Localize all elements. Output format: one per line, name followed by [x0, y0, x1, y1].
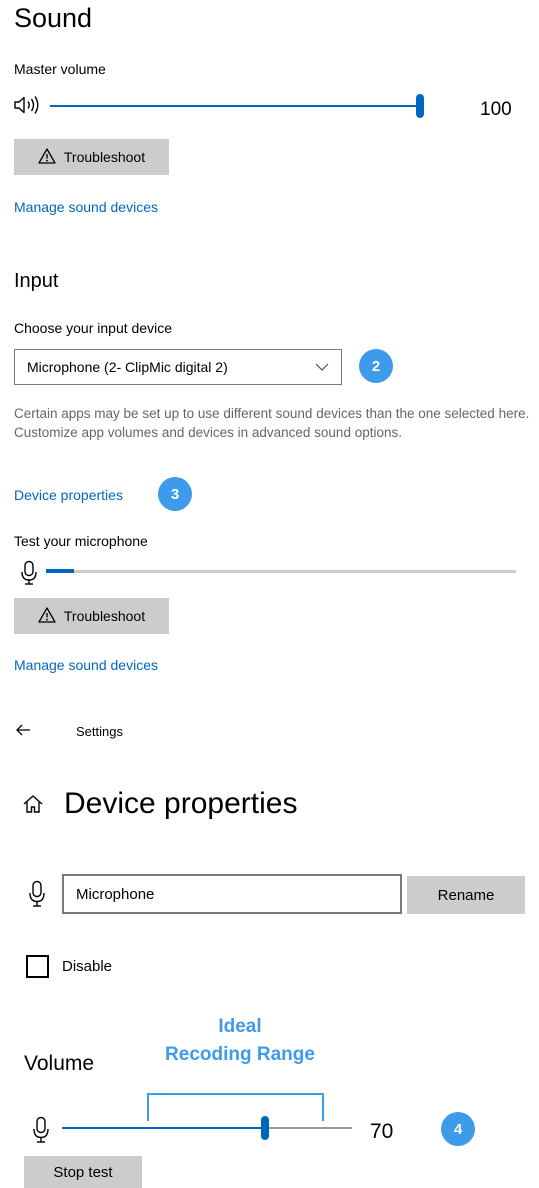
- microphone-level-meter: [46, 566, 516, 576]
- speaker-icon[interactable]: [12, 94, 46, 116]
- microphone-icon: [28, 880, 46, 908]
- sound-manage-devices-link[interactable]: Manage sound devices: [14, 198, 158, 216]
- input-troubleshoot-button[interactable]: Troubleshoot: [14, 598, 169, 634]
- annotation-badge-4: 4: [441, 1112, 475, 1146]
- mic-level-track: [46, 570, 516, 573]
- volume-label: Volume: [24, 1052, 95, 1075]
- master-volume-slider[interactable]: [50, 92, 430, 120]
- disable-label: Disable: [62, 958, 113, 975]
- troubleshoot-label: Troubleshoot: [63, 149, 146, 165]
- input-manage-devices-link[interactable]: Manage sound devices: [14, 656, 158, 674]
- volume-fill: [62, 1127, 265, 1129]
- annotation-recording-range-text: Recoding Range: [165, 1044, 315, 1065]
- annotation-badge-2: 2: [359, 349, 393, 383]
- volume-thumb[interactable]: [261, 1116, 269, 1140]
- disable-checkbox[interactable]: [26, 955, 49, 978]
- home-icon[interactable]: [22, 793, 44, 815]
- device-name-value: Microphone: [76, 885, 155, 903]
- volume-slider[interactable]: [62, 1115, 354, 1141]
- warning-icon: [38, 147, 56, 167]
- test-microphone-label: Test your microphone: [14, 533, 148, 549]
- annotation-ideal-text: Ideal: [218, 1016, 262, 1037]
- troubleshoot-label: Troubleshoot: [63, 608, 146, 624]
- mic-level-fill: [46, 569, 74, 573]
- master-volume-fill: [50, 105, 420, 107]
- sound-title: Sound: [14, 3, 93, 33]
- chevron-down-icon: [315, 359, 329, 375]
- device-name-input[interactable]: Microphone: [62, 874, 402, 914]
- annotation-badge-3: 3: [158, 477, 192, 511]
- input-device-select[interactable]: Microphone (2- ClipMic digital 2): [14, 349, 342, 385]
- master-volume-label: Master volume: [14, 61, 106, 77]
- master-volume-thumb[interactable]: [416, 94, 424, 118]
- warning-icon: [38, 606, 56, 626]
- rename-button[interactable]: Rename: [407, 876, 525, 914]
- input-device-note: Certain apps may be set up to use differ…: [14, 406, 530, 440]
- microphone-icon: [20, 560, 38, 586]
- sound-troubleshoot-button[interactable]: Troubleshoot: [14, 139, 169, 175]
- choose-input-device-label: Choose your input device: [14, 320, 172, 336]
- master-volume-value: 100: [480, 99, 512, 120]
- input-device-selected-value: Microphone (2- ClipMic digital 2): [27, 359, 228, 375]
- stop-test-button[interactable]: Stop test: [24, 1156, 142, 1188]
- back-arrow-icon[interactable]: [14, 722, 32, 738]
- device-properties-title: Device properties: [64, 787, 298, 820]
- input-title: Input: [14, 270, 59, 292]
- settings-nav-title: Settings: [76, 724, 123, 739]
- volume-value: 70: [370, 1120, 394, 1143]
- device-properties-link[interactable]: Device properties: [14, 486, 123, 504]
- microphone-icon: [32, 1116, 50, 1144]
